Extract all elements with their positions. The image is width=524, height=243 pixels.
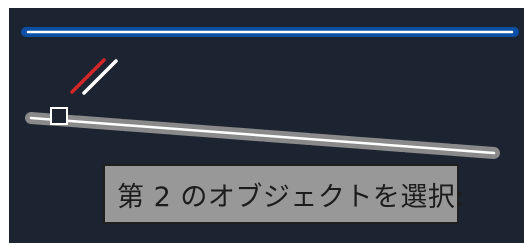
command-prompt-text: 第 2 のオブジェクトを選択:: [117, 181, 465, 213]
command-prompt-tooltip: 第 2 のオブジェクトを選択:: [103, 164, 464, 224]
pickbox-cursor-icon: [50, 107, 68, 125]
selected-line-object[interactable]: [25, 112, 500, 159]
cad-canvas-area: 第 2 のオブジェクトを選択:: [0, 0, 524, 243]
line-segment-icon: [70, 58, 118, 95]
